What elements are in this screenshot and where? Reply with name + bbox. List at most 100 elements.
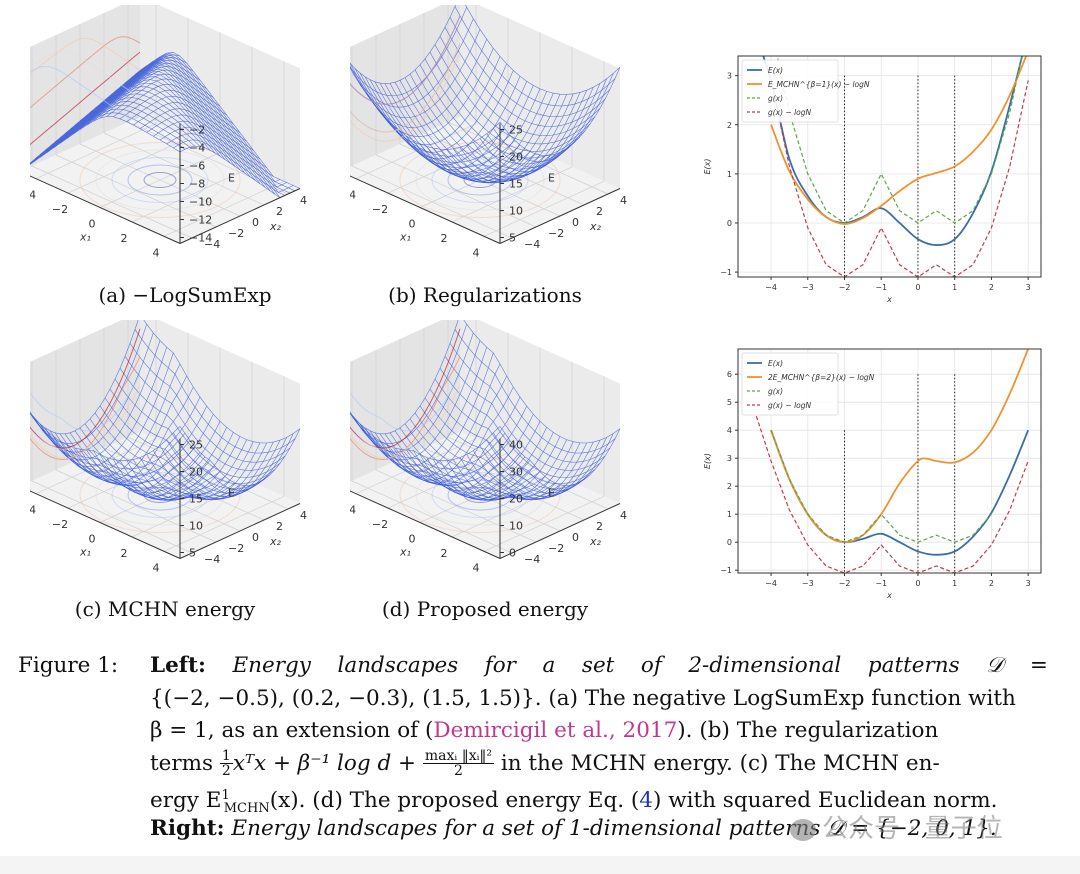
- z-axis-label: E: [548, 487, 555, 500]
- wechat-icon: [790, 818, 816, 841]
- y-tick-label: −1: [720, 566, 732, 575]
- caption-line-1: Left: Energy landscapes for a set of 2-d…: [150, 650, 1048, 683]
- y-tick-label: −2: [228, 542, 244, 555]
- x-tick-label: −4: [765, 579, 777, 588]
- citation-link[interactable]: Demircigil et al., 2017: [433, 718, 677, 743]
- y-tick-label: −4: [204, 553, 220, 566]
- z-tick-label: −2: [189, 124, 205, 137]
- x-tick-label: 3: [1026, 283, 1031, 292]
- y-tick-label: 6: [727, 370, 732, 379]
- y-tick-label: 2: [596, 520, 603, 533]
- x-tick-label: −4: [350, 189, 356, 202]
- y-axis-label: E(x): [703, 453, 712, 469]
- caption-text: β = 1, as an extension of (: [150, 718, 434, 743]
- caption-text: ergy E: [150, 788, 222, 814]
- x-tick-label: −4: [765, 283, 777, 292]
- frac-den: 2: [221, 763, 231, 779]
- legend-label: g(x): [768, 94, 783, 103]
- x-tick-label: 4: [473, 246, 480, 259]
- surface-plot-d: 403020100E−4−2024x₁420−2−4x₂: [350, 320, 627, 574]
- legend-label: E_MCHN^{β=1}(x) − logN: [768, 80, 870, 89]
- y-tick-label: 2: [727, 482, 732, 491]
- x-tick-label: −2: [52, 203, 68, 216]
- caption-word: 2-dimensional: [688, 653, 842, 678]
- caption-math: xᵀx + β⁻¹ log d +: [232, 750, 417, 776]
- x-tick-label: 3: [1026, 579, 1031, 588]
- y-tick-label: 0: [727, 219, 732, 228]
- x-tick-label: −4: [30, 504, 36, 517]
- x-tick-label: −4: [30, 189, 36, 202]
- z-tick-label: 20: [189, 466, 203, 479]
- y-tick-label: 3: [727, 72, 732, 81]
- frac-num: 1: [219, 748, 233, 764]
- z-tick-label: 40: [509, 439, 523, 452]
- y-tick-label: 4: [300, 509, 307, 522]
- y-tick-label: −2: [548, 227, 564, 240]
- x-tick-label: 2: [441, 547, 448, 560]
- x-tick-label: 2: [989, 283, 994, 292]
- x-tick-label: 0: [915, 283, 920, 292]
- x-tick-label: −2: [372, 203, 388, 216]
- y-tick-label: 0: [572, 216, 579, 229]
- x-tick-label: 0: [409, 218, 416, 231]
- y-tick-label: −1: [720, 268, 732, 277]
- subfigure-b-plot: 252015105E−4−2024x₁420−2−4x₂: [350, 5, 660, 275]
- caption-line-2: {(−2, −0.5), (0.2, −0.3), (1.5, 1.5)}. (…: [150, 685, 1016, 711]
- line-plot-bottom: −4 −3 −2 −1 0 1 2 3 −1 0 1 2 3 4 5 6 x E(x) E(x) 2E_MCHN^{β…: [700, 345, 1045, 607]
- x-tick-label: 4: [153, 561, 160, 574]
- z-tick-label: 20: [509, 493, 523, 506]
- subfigure-d-caption: (d) Proposed energy: [381, 597, 589, 621]
- y-tick-label: 5: [727, 398, 732, 407]
- line-chart-beta1: −4 −3 −2 −1 0 1 2 3 −1 0 1 2 3 x E(x) E(x) E_MCHN^{β=1}(…: [703, 55, 1042, 304]
- y-tick-label: 2: [276, 520, 283, 533]
- x-tick-label: 0: [409, 533, 416, 546]
- y-tick-label: −4: [524, 553, 540, 566]
- z-tick-label: −10: [189, 196, 212, 209]
- x-tick-label: 1: [952, 579, 957, 588]
- z-tick-label: 25: [509, 124, 523, 137]
- equation-ref-link[interactable]: 4: [639, 788, 653, 813]
- caption-word: for: [484, 653, 516, 678]
- y-tick-label: 0: [572, 531, 579, 544]
- legend-label: g(x) − logN: [768, 401, 812, 410]
- x-tick-label: 4: [153, 246, 160, 259]
- caption-text: terms: [150, 750, 214, 776]
- caption-word: =: [1029, 653, 1048, 678]
- x-axis-label: x₁: [399, 231, 411, 244]
- x-tick-label: 2: [441, 232, 448, 245]
- x-axis-label: x₁: [79, 231, 91, 244]
- z-tick-label: 15: [189, 493, 203, 506]
- caption-word: 𝒟: [986, 653, 1004, 678]
- y-tick-label: 3: [727, 454, 732, 463]
- x-axis-label: x: [886, 295, 892, 304]
- z-tick-label: 20: [509, 151, 523, 164]
- y-axis-label: x₂: [589, 535, 602, 548]
- x-tick-label: 4: [473, 561, 480, 574]
- right-heading: Right:: [150, 815, 225, 841]
- z-tick-label: 10: [189, 520, 203, 533]
- x-tick-label: −1: [875, 579, 887, 588]
- y-tick-label: 1: [727, 510, 732, 519]
- x-tick-label: 2: [989, 579, 994, 588]
- z-tick-label: 15: [509, 178, 523, 191]
- y-tick-label: 4: [300, 194, 307, 207]
- legend-label: E(x): [768, 359, 783, 368]
- y-tick-label: 4: [620, 509, 627, 522]
- legend-label: E(x): [768, 66, 783, 75]
- y-tick-label: 4: [727, 426, 732, 435]
- caption-word: landscapes: [337, 653, 459, 678]
- y-tick-label: −4: [204, 238, 220, 251]
- z-tick-label: 30: [509, 466, 523, 479]
- subfigure-b-caption: (b) Regularizations: [388, 283, 582, 307]
- x-tick-label: −2: [52, 518, 68, 531]
- surface-plot-b: 252015105E−4−2024x₁420−2−4x₂: [350, 5, 627, 259]
- caption-word: Energy: [232, 653, 311, 678]
- z-tick-label: −6: [189, 160, 205, 173]
- z-tick-label: 10: [509, 205, 523, 218]
- subfigure-a-plot: −2−4−6−8−10−12−14E−4−2024x₁420−2−4x₂: [30, 5, 340, 275]
- z-tick-label: 25: [189, 439, 203, 452]
- y-axis-label: x₂: [269, 535, 282, 548]
- x-tick-label: −2: [839, 283, 851, 292]
- caption-text: (x). (d) The proposed energy Eq. (: [269, 788, 640, 814]
- y-axis-label: x₂: [589, 220, 602, 233]
